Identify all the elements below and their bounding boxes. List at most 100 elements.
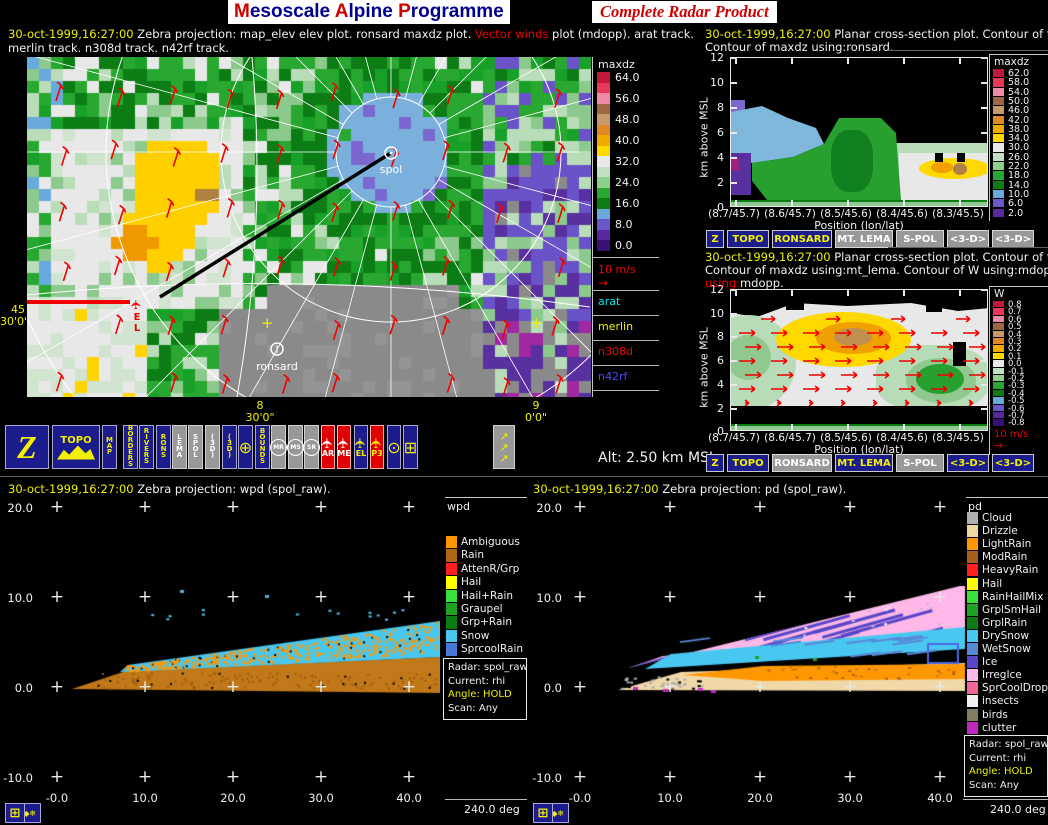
- ytick-label: 20.0: [536, 501, 562, 515]
- pd-field: [533, 500, 968, 800]
- toolbar-button-ar[interactable]: ✈ AR: [320, 425, 336, 469]
- wind-barb: [554, 88, 563, 108]
- tick: [731, 336, 737, 339]
- legend-label: Hail+Rain: [461, 589, 514, 602]
- legend-swatch: [993, 404, 1004, 411]
- legend-swatch: [597, 93, 610, 104]
- legend-swatch-cloud: [967, 512, 978, 525]
- status-line: Radar: spol_raw: [448, 662, 528, 673]
- xsec1-plot[interactable]: [730, 57, 988, 207]
- tick: [981, 82, 987, 84]
- wind-scale-arrow: →: [994, 439, 1004, 452]
- toolbar-button-mr[interactable]: MR: [270, 425, 287, 469]
- xsec-button-ronsard[interactable]: RONSARD: [772, 230, 832, 248]
- ytick-label: 12: [710, 51, 724, 64]
- legend-swatch: [993, 162, 1004, 171]
- tick: [959, 424, 961, 430]
- wind-barb: [557, 203, 566, 224]
- azimuth-spoke: [438, 57, 557, 125]
- toolbar-button-ms[interactable]: MS: [287, 425, 304, 469]
- xsec-button--3-d-[interactable]: <3-D>: [947, 230, 989, 248]
- aircraft-icon: ✈: [129, 299, 145, 310]
- toolbar-button-target[interactable]: ⊙: [387, 425, 401, 469]
- wind-barb: [389, 260, 399, 281]
- xsec1-legend: maxdz 62.0 58.0 54.0 50.0 46.0 42.0 38.0 34.0 30.…: [989, 54, 1048, 221]
- xsec-button-mt-lema[interactable]: MT. LEMA: [835, 454, 893, 472]
- toolbar-button-topo[interactable]: TOPO: [52, 425, 100, 469]
- wind-barb: [442, 140, 451, 161]
- radar-map[interactable]: spol ronsard ✈ EL + +: [27, 57, 591, 397]
- toolbar-button-3d-a[interactable]: (3 D): [205, 425, 220, 469]
- toolbar-button-scope[interactable]: ⊕: [238, 425, 253, 469]
- status-line: Current: rhi: [969, 752, 1027, 764]
- tick: [731, 312, 737, 315]
- toolbar-button-me[interactable]: ✈ ME: [336, 425, 352, 469]
- track-label-n42rf: n42rf: [598, 370, 628, 383]
- toolbar-button-rivers[interactable]: RIVERS: [139, 425, 154, 469]
- scope-icon: ⊕: [238, 437, 253, 457]
- toolbar-button-3d-b[interactable]: (3 D): [222, 425, 237, 469]
- legend-swatch: [597, 166, 610, 177]
- toolbar-button-borders[interactable]: BORDERS: [123, 425, 138, 469]
- title-initial: P: [398, 1, 411, 22]
- xsec-button-topo[interactable]: TOPO: [727, 230, 769, 248]
- wind-vector: [969, 343, 986, 351]
- xsec-button--3-d-[interactable]: <3-D>: [992, 454, 1034, 472]
- wind-vector: [873, 371, 890, 379]
- toolbar-button-zebra[interactable]: Z: [5, 425, 49, 469]
- radar-status-box: Radar: spol_raw Current: rhi Angle: HOLD Sc…: [964, 735, 1048, 797]
- xsec-button-s-pol[interactable]: S-POL: [896, 230, 944, 248]
- button-grid[interactable]: ⊞: [533, 803, 553, 823]
- grid-cross: +: [137, 497, 153, 517]
- button-grid[interactable]: ⊞: [5, 803, 25, 823]
- tick: [735, 424, 737, 430]
- toolbar-button-map[interactable]: MAP: [102, 425, 117, 469]
- xsec-button--3-d-[interactable]: <3-D>: [947, 454, 989, 472]
- vertical-label-char: S: [160, 450, 167, 459]
- grid-cross: +: [313, 767, 329, 787]
- legend-swatch: [597, 187, 610, 198]
- xsec-button-mt-lema[interactable]: MT. LEMA: [835, 230, 893, 248]
- toolbar-button-p3[interactable]: ✈ P3: [369, 425, 385, 469]
- rhi-right-plot[interactable]: + + + + + + + + + + + + + + + + + + + +20.0 10.0 0.0 -10.0 -0.0…: [532, 497, 968, 805]
- grid-cross: +: [932, 497, 948, 517]
- xsec-button-z[interactable]: Z: [706, 230, 724, 248]
- azimuth-spoke: [145, 190, 353, 397]
- track-label-arat: arat: [598, 295, 621, 308]
- xsec2-plot[interactable]: [730, 289, 988, 431]
- toolbar-button-grid[interactable]: ⊞: [403, 425, 418, 469]
- tick: [981, 336, 987, 339]
- wind-barb: [331, 372, 341, 393]
- xsec-button--3-d-[interactable]: <3-D>: [992, 230, 1034, 248]
- xsec-button-topo[interactable]: TOPO: [727, 454, 769, 472]
- vertical-label-char: ): [210, 450, 215, 459]
- legend-swatch: [993, 338, 1004, 345]
- toolbar-button-sr[interactable]: SR: [303, 425, 320, 469]
- toolbar-button-bounds[interactable]: BOUNDS: [255, 425, 270, 469]
- wind-barb: [331, 202, 340, 223]
- azimuth-spoke: [418, 199, 533, 397]
- legend-tick-label: 40.0: [615, 134, 640, 147]
- xsec-button-z[interactable]: Z: [706, 454, 724, 472]
- mountain-icon: [57, 445, 95, 460]
- legend-swatch: [597, 103, 610, 114]
- toolbar-button-spol[interactable]: SPOL: [188, 425, 203, 469]
- xsec-button-ronsard[interactable]: RONSARD: [772, 454, 832, 472]
- toolbar-button-el[interactable]: ✈ EL: [353, 425, 369, 469]
- rhi-left-angle: 240.0 deg: [464, 803, 520, 816]
- tick: [791, 424, 793, 430]
- xsec-button-s-pol[interactable]: S-POL: [896, 454, 944, 472]
- tick: [847, 424, 849, 430]
- track-label-merlin: merlin: [598, 320, 634, 333]
- toolbar-button-lema[interactable]: LEMA: [172, 425, 187, 469]
- ytick-label: 10: [710, 306, 724, 320]
- legend-divider: [593, 290, 659, 291]
- legend-swatch: [993, 143, 1004, 152]
- wind-vector: [899, 357, 916, 365]
- wind-vector: [771, 329, 788, 337]
- grid-cross: +: [932, 767, 948, 787]
- legend-label: SprCoolDrop: [982, 682, 1048, 695]
- toolbar-button-winds[interactable]: ↗ ↗ ↗: [493, 425, 515, 469]
- toolbar-button-rons[interactable]: RONS: [156, 425, 171, 469]
- winds-icon: ↗ ↗ ↗: [499, 431, 508, 464]
